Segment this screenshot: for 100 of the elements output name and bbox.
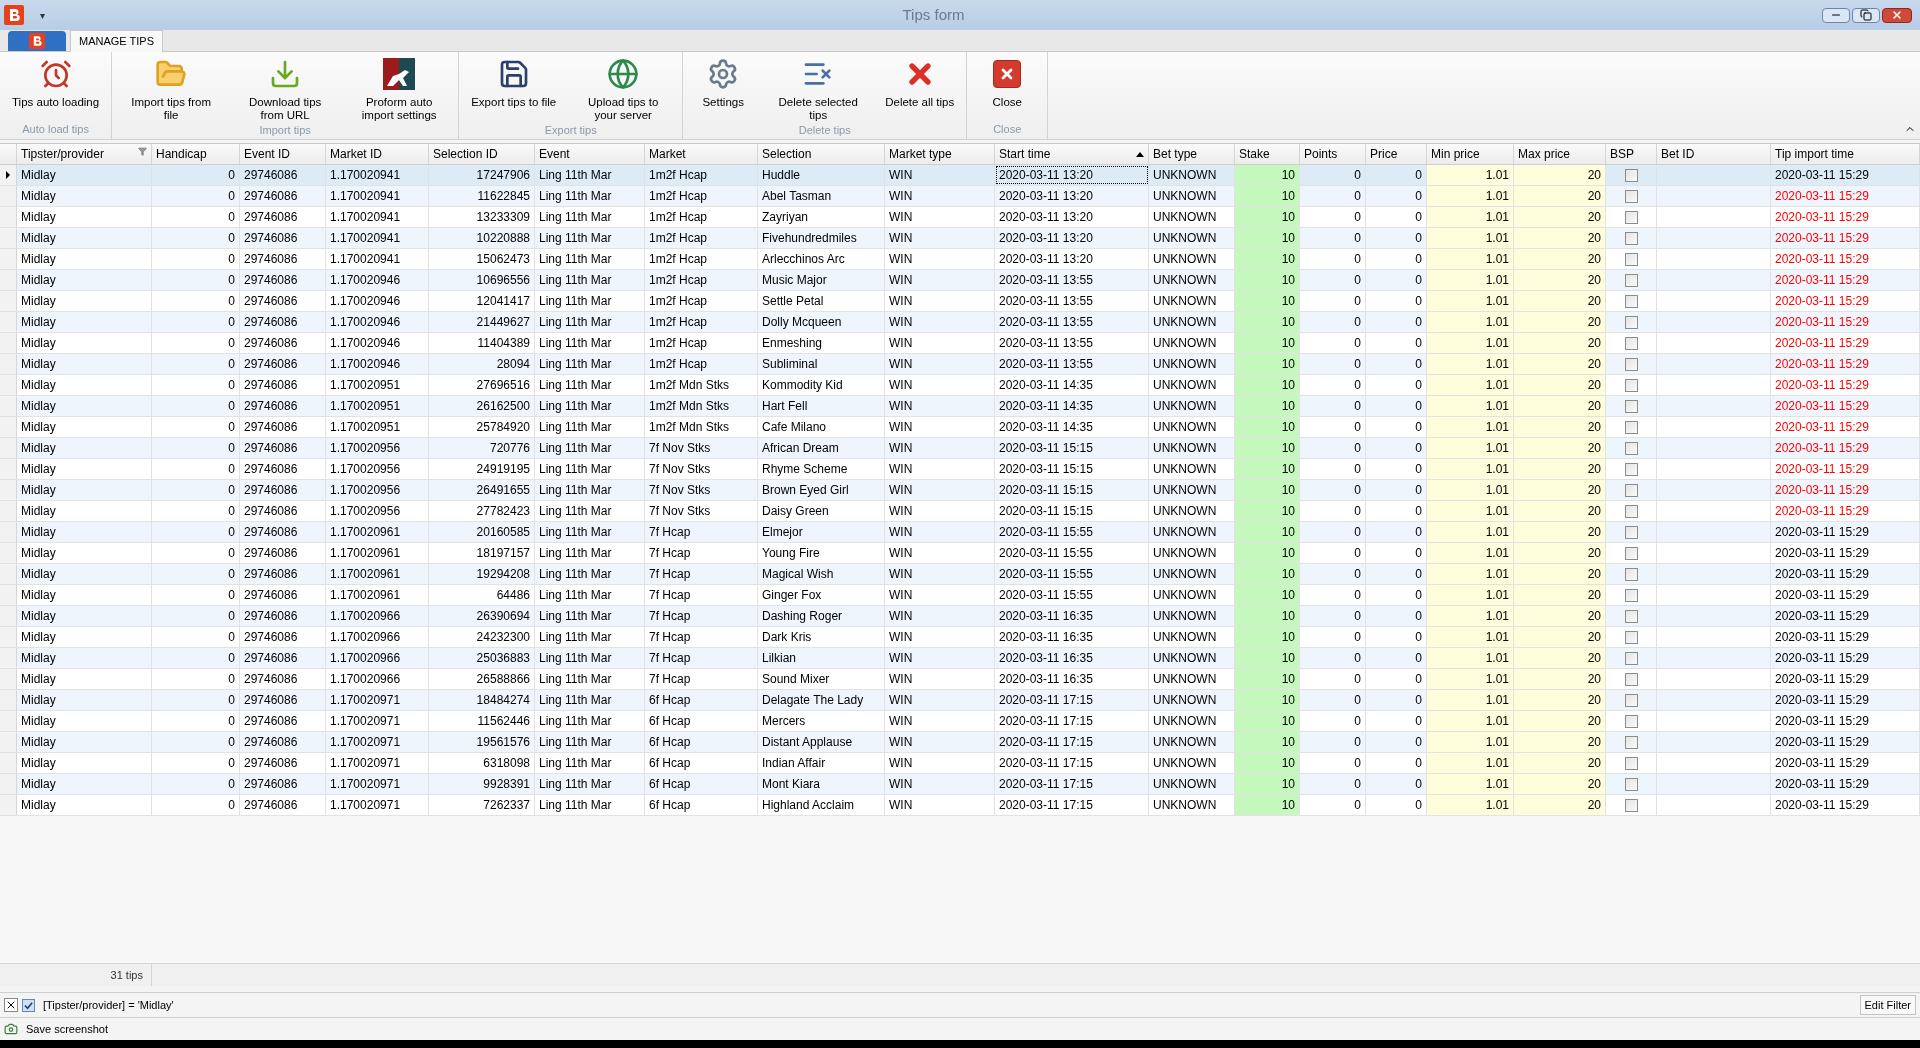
- ribbon-button[interactable]: Tips auto loading: [4, 56, 108, 121]
- table-row[interactable]: Midlay 0 29746086 1.170020971 6318098 Ling 11th Mar 6f Hcap Indian Affair WIN 2020-03-11 17:15 UNKNOWN 10 0 0 1.01 20 2020-03-11 15:29: [0, 753, 1920, 774]
- table-row[interactable]: Midlay 0 29746086 1.170020971 7262337 Ling 11th Mar 6f Hcap Highland Acclaim WIN 2020-03-11 17:15 UNKNOWN 10 0 0 1.01 20 2020-03-11 15:29: [0, 795, 1920, 816]
- bsp-checkbox[interactable]: [1624, 252, 1638, 266]
- ribbon-button[interactable]: Delete selected tips: [763, 56, 874, 122]
- row-header-cell[interactable]: [0, 669, 17, 689]
- table-row[interactable]: Midlay 0 29746086 1.170020961 19294208 Ling 11th Mar 7f Hcap Magical Wish WIN 2020-03-11 15:55 UNKNOWN 10 0 0 1.01 20 2020-03-11 15:29: [0, 564, 1920, 585]
- row-header-cell[interactable]: [0, 690, 17, 710]
- table-row[interactable]: Midlay 0 29746086 1.170020956 26491655 Ling 11th Mar 7f Nov Stks Brown Eyed Girl WIN 2020-03-11 15:15 UNKNOWN 10 0 0 1.01 20 2020-03-11 15:29: [0, 480, 1920, 501]
- table-row[interactable]: Midlay 0 29746086 1.170020961 64486 Ling 11th Mar 7f Hcap Ginger Fox WIN 2020-03-11 15:55 UNKNOWN 10 0 0 1.01 20 2020-03-11 15:29: [0, 585, 1920, 606]
- table-row[interactable]: Midlay 0 29746086 1.170020966 26588866 Ling 11th Mar 7f Hcap Sound Mixer WIN 2020-03-11 16:35 UNKNOWN 10 0 0 1.01 20 2020-03-11 15:29: [0, 669, 1920, 690]
- ribbon-button[interactable]: Close: [971, 56, 1044, 121]
- row-header-cell[interactable]: [0, 228, 17, 248]
- bsp-checkbox[interactable]: [1624, 315, 1638, 329]
- row-header-cell[interactable]: [0, 606, 17, 626]
- minimize-button[interactable]: [1822, 7, 1850, 23]
- bsp-checkbox[interactable]: [1624, 294, 1638, 308]
- table-row[interactable]: Midlay 0 29746086 1.170020941 17247906 Ling 11th Mar 1m2f Hcap Huddle WIN 2020-03-11 13:20 UNKNOWN 10 0 0 1.01 20 2020-03-11 15:29: [0, 165, 1920, 186]
- row-header-cell[interactable]: [0, 438, 17, 458]
- filter-enabled-checkbox[interactable]: [22, 998, 35, 1012]
- close-window-button[interactable]: [1882, 7, 1912, 23]
- table-row[interactable]: Midlay 0 29746086 1.170020971 18484274 Ling 11th Mar 6f Hcap Delagate The Lady WIN 2020-03-11 17:15 UNKNOWN 10 0 0 1.01 20 2020-03-11 15:29: [0, 690, 1920, 711]
- table-row[interactable]: Midlay 0 29746086 1.170020966 24232300 Ling 11th Mar 7f Hcap Dark Kris WIN 2020-03-11 16:35 UNKNOWN 10 0 0 1.01 20 2020-03-11 15:29: [0, 627, 1920, 648]
- bsp-checkbox[interactable]: [1624, 420, 1638, 434]
- bsp-checkbox[interactable]: [1624, 588, 1638, 602]
- bsp-checkbox[interactable]: [1624, 735, 1638, 749]
- ribbon-button[interactable]: Proform auto import settings: [344, 56, 455, 122]
- bsp-checkbox[interactable]: [1624, 399, 1638, 413]
- row-header-cell[interactable]: [0, 165, 17, 185]
- bsp-checkbox[interactable]: [1624, 546, 1638, 560]
- bsp-checkbox[interactable]: [1624, 504, 1638, 518]
- table-row[interactable]: Midlay 0 29746086 1.170020956 24919195 Ling 11th Mar 7f Nov Stks Rhyme Scheme WIN 2020-03-11 15:15 UNKNOWN 10 0 0 1.01 20 2020-03-11 15:29: [0, 459, 1920, 480]
- table-row[interactable]: Midlay 0 29746086 1.170020961 20160585 Ling 11th Mar 7f Hcap Elmejor WIN 2020-03-11 15:55 UNKNOWN 10 0 0 1.01 20 2020-03-11 15:29: [0, 522, 1920, 543]
- ribbon-button[interactable]: Download tips from URL: [230, 56, 341, 122]
- row-header-cell[interactable]: [0, 291, 17, 311]
- column-header[interactable]: Bet ID: [1657, 144, 1771, 164]
- row-header-cell[interactable]: [0, 774, 17, 794]
- bsp-checkbox[interactable]: [1624, 798, 1638, 812]
- ribbon-button[interactable]: Delete all tips: [877, 56, 963, 122]
- column-header[interactable]: Bet type: [1149, 144, 1235, 164]
- bsp-checkbox[interactable]: [1624, 756, 1638, 770]
- ribbon-button[interactable]: Settings: [687, 56, 760, 122]
- column-header[interactable]: Tipster/provider: [17, 144, 152, 164]
- filter-expression[interactable]: [Tipster/provider] = 'Midlay': [43, 996, 174, 1014]
- ribbon-button[interactable]: Export tips to file: [463, 56, 565, 122]
- bsp-checkbox[interactable]: [1624, 609, 1638, 623]
- table-row[interactable]: Midlay 0 29746086 1.170020946 28094 Ling 11th Mar 1m2f Hcap Subliminal WIN 2020-03-11 13:55 UNKNOWN 10 0 0 1.01 20 2020-03-11 15:29: [0, 354, 1920, 375]
- row-header-cell[interactable]: [0, 543, 17, 563]
- table-row[interactable]: Midlay 0 29746086 1.170020956 720776 Ling 11th Mar 7f Nov Stks African Dream WIN 2020-03-11 15:15 UNKNOWN 10 0 0 1.01 20 2020-03-11 15:29: [0, 438, 1920, 459]
- bsp-checkbox[interactable]: [1624, 273, 1638, 287]
- table-row[interactable]: Midlay 0 29746086 1.170020971 11562446 Ling 11th Mar 6f Hcap Mercers WIN 2020-03-11 17:15 UNKNOWN 10 0 0 1.01 20 2020-03-11 15:29: [0, 711, 1920, 732]
- ribbon-tab[interactable]: MANAGE TIPS: [70, 30, 163, 52]
- table-row[interactable]: Midlay 0 29746086 1.170020941 15062473 Ling 11th Mar 1m2f Hcap Arlecchinos Arc WIN 2020-03-11 13:20 UNKNOWN 10 0 0 1.01 20 2020-03-11 15:29: [0, 249, 1920, 270]
- filter-icon[interactable]: [138, 147, 147, 156]
- bsp-checkbox[interactable]: [1624, 231, 1638, 245]
- bsp-checkbox[interactable]: [1624, 483, 1638, 497]
- bsp-checkbox[interactable]: [1624, 189, 1638, 203]
- column-header[interactable]: Market type: [885, 144, 995, 164]
- column-header[interactable]: BSP: [1606, 144, 1657, 164]
- restore-button[interactable]: [1852, 7, 1880, 23]
- save-screenshot-button[interactable]: Save screenshot: [4, 1020, 108, 1038]
- column-header[interactable]: Tip import time: [1771, 144, 1920, 164]
- row-header-cell[interactable]: [0, 312, 17, 332]
- row-header-cell[interactable]: [0, 375, 17, 395]
- row-header-cell[interactable]: [0, 795, 17, 815]
- column-header[interactable]: Market: [645, 144, 758, 164]
- bsp-checkbox[interactable]: [1624, 441, 1638, 455]
- bsp-checkbox[interactable]: [1624, 378, 1638, 392]
- ribbon-button[interactable]: Upload tips to your server: [568, 56, 679, 122]
- table-row[interactable]: Midlay 0 29746086 1.170020971 9928391 Ling 11th Mar 6f Hcap Mont Kiara WIN 2020-03-11 17:15 UNKNOWN 10 0 0 1.01 20 2020-03-11 15:29: [0, 774, 1920, 795]
- column-header[interactable]: Price: [1366, 144, 1427, 164]
- column-header[interactable]: Points: [1300, 144, 1366, 164]
- row-header-cell[interactable]: [0, 501, 17, 521]
- column-header[interactable]: Stake: [1235, 144, 1300, 164]
- row-header-cell[interactable]: [0, 753, 17, 773]
- column-header[interactable]: Start time: [995, 144, 1149, 164]
- bsp-checkbox[interactable]: [1624, 693, 1638, 707]
- bsp-checkbox[interactable]: [1624, 777, 1638, 791]
- row-header-cell[interactable]: [0, 207, 17, 227]
- bsp-checkbox[interactable]: [1624, 210, 1638, 224]
- column-header[interactable]: Event ID: [240, 144, 326, 164]
- row-header-cell[interactable]: [0, 186, 17, 206]
- column-header[interactable]: Event: [535, 144, 645, 164]
- edit-filter-button[interactable]: Edit Filter: [1859, 995, 1916, 1015]
- column-header[interactable]: Min price: [1427, 144, 1514, 164]
- row-header-cell[interactable]: [0, 522, 17, 542]
- table-row[interactable]: Midlay 0 29746086 1.170020946 10696556 Ling 11th Mar 1m2f Hcap Music Major WIN 2020-03-11 13:55 UNKNOWN 10 0 0 1.01 20 2020-03-11 15:29: [0, 270, 1920, 291]
- column-header[interactable]: Market ID: [326, 144, 429, 164]
- bsp-checkbox[interactable]: [1624, 714, 1638, 728]
- table-row[interactable]: Midlay 0 29746086 1.170020966 26390694 Ling 11th Mar 7f Hcap Dashing Roger WIN 2020-03-11 16:35 UNKNOWN 10 0 0 1.01 20 2020-03-11 15:29: [0, 606, 1920, 627]
- application-menu-button[interactable]: [8, 31, 66, 51]
- column-header[interactable]: Handicap: [152, 144, 240, 164]
- table-row[interactable]: Midlay 0 29746086 1.170020951 27696516 Ling 11th Mar 1m2f Mdn Stks Kommodity Kid WIN 2020-03-11 14:35 UNKNOWN 10 0 0 1.01 20 2020-03-11 15:29: [0, 375, 1920, 396]
- row-header-cell[interactable]: [0, 459, 17, 479]
- bsp-checkbox[interactable]: [1624, 525, 1638, 539]
- table-row[interactable]: Midlay 0 29746086 1.170020951 25784920 Ling 11th Mar 1m2f Mdn Stks Cafe Milano WIN 2020-03-11 14:35 UNKNOWN 10 0 0 1.01 20 2020-03-11 15:29: [0, 417, 1920, 438]
- row-header-cell[interactable]: [0, 249, 17, 269]
- table-row[interactable]: Midlay 0 29746086 1.170020961 18197157 Ling 11th Mar 7f Hcap Young Fire WIN 2020-03-11 15:55 UNKNOWN 10 0 0 1.01 20 2020-03-11 15:29: [0, 543, 1920, 564]
- bsp-checkbox[interactable]: [1624, 336, 1638, 350]
- row-header-cell[interactable]: [0, 627, 17, 647]
